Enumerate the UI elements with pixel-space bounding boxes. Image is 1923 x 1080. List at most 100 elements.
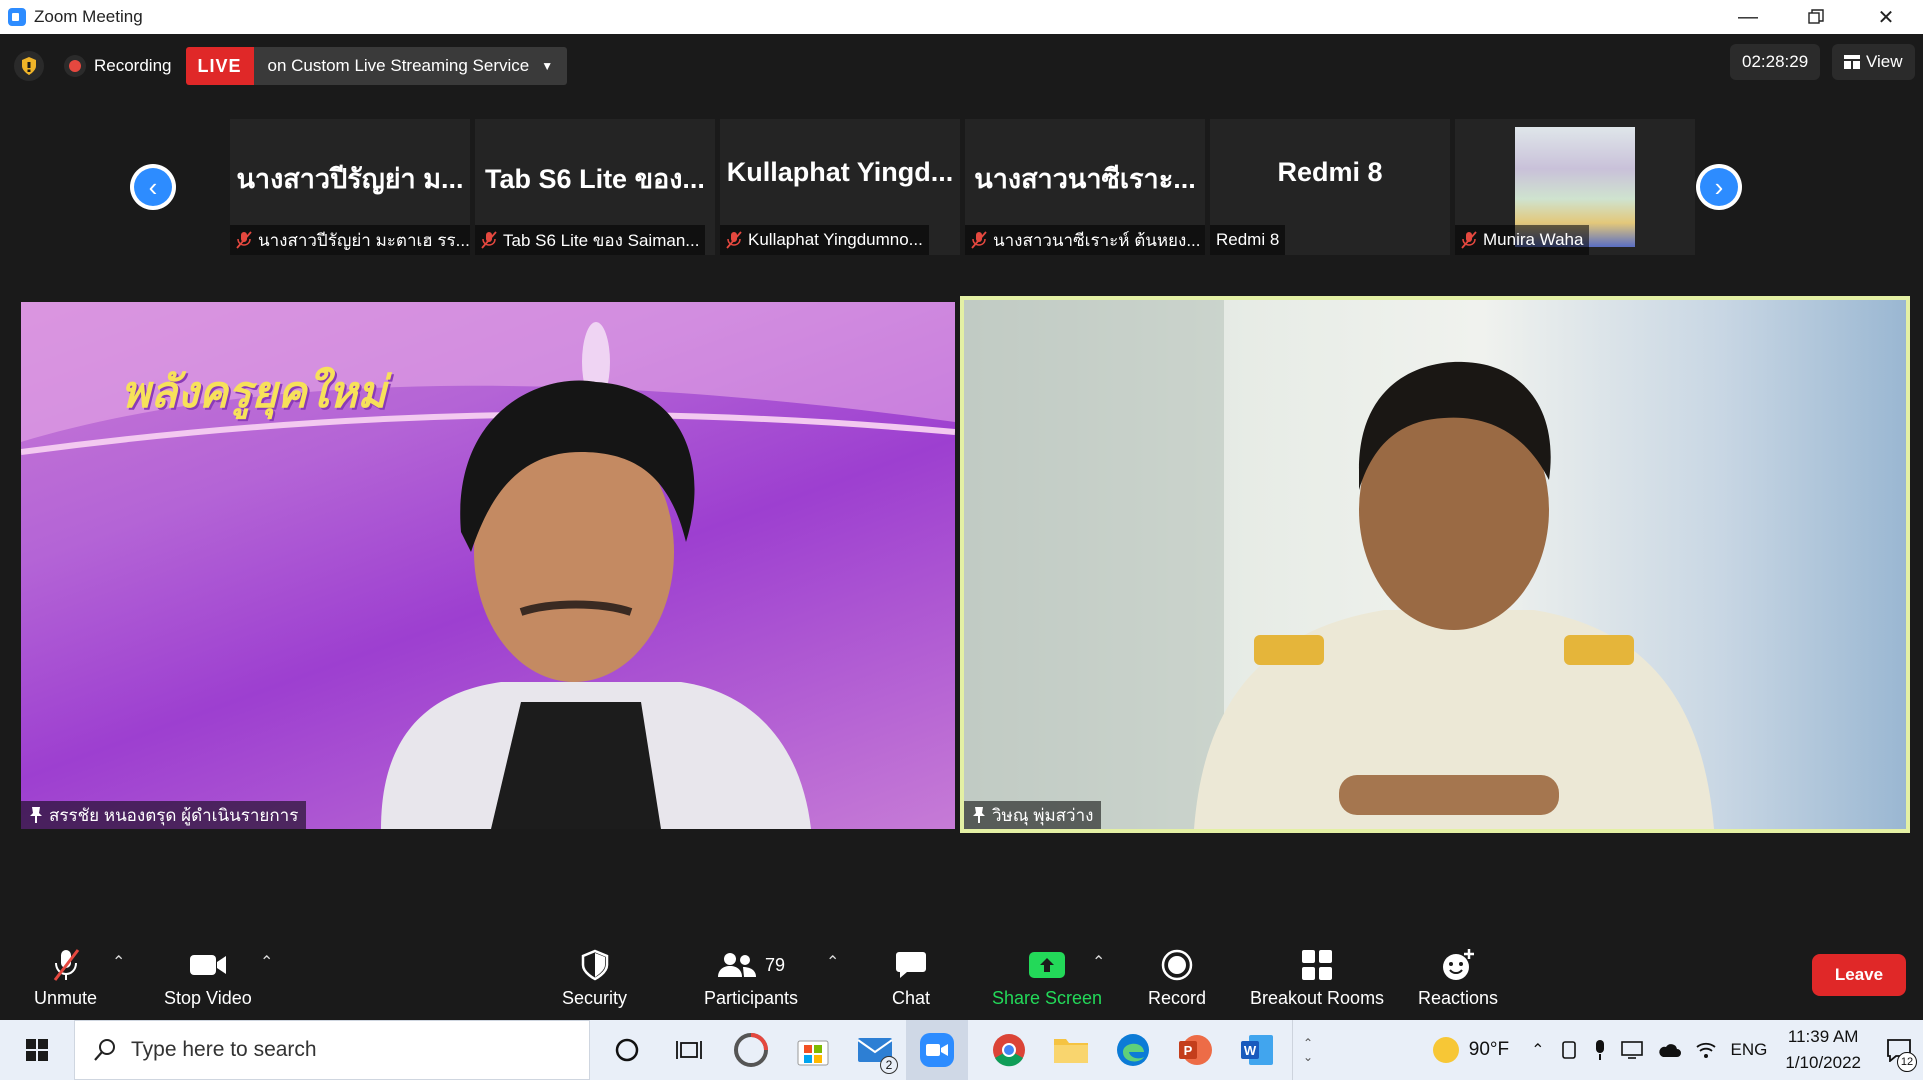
taskbar-mail-app[interactable]: 2 [844, 1020, 906, 1080]
program-title-overlay: พลังครูยุคใหม่ [121, 367, 387, 418]
participant-thumbnail[interactable]: Redmi 8 Redmi 8 [1210, 119, 1450, 255]
taskbar-file-explorer-app[interactable] [1040, 1020, 1102, 1080]
cortana-button[interactable] [596, 1020, 658, 1080]
zoom-app-icon [8, 8, 26, 26]
cortana-circle-icon [615, 1038, 639, 1062]
close-button[interactable]: ✕ [1852, 0, 1920, 34]
device-icon[interactable] [1559, 1040, 1579, 1060]
reactions-button[interactable]: Reactions [1418, 940, 1498, 1020]
participant-thumbnail[interactable]: Munira Waha [1455, 119, 1695, 255]
show-hidden-icons-chevron-icon[interactable]: ⌃ [1531, 1040, 1544, 1060]
unmute-button[interactable]: Unmute [34, 940, 97, 1020]
start-button[interactable] [0, 1020, 74, 1080]
task-view-button[interactable] [658, 1020, 720, 1080]
participant-name: นางสาวนาซีเราะห์ ต้นหยง... [993, 230, 1201, 250]
language-indicator[interactable]: ENG [1731, 1040, 1768, 1060]
clock-date: 1/10/2022 [1785, 1053, 1861, 1072]
security-shield-icon [581, 946, 609, 984]
participants-label: Participants [704, 988, 799, 1008]
next-page-button[interactable]: › [1696, 164, 1742, 210]
participants-options-caret-icon[interactable]: ⌃ [826, 952, 839, 972]
recording-icon [64, 55, 86, 77]
taskbar-photoscape-app[interactable] [720, 1020, 782, 1080]
taskbar-zoom-app[interactable] [906, 1020, 968, 1080]
meeting-toolbar: Unmute ⌃ Stop Video ⌃ Security 79 Partic… [0, 940, 1923, 1020]
onedrive-cloud-icon[interactable] [1657, 1042, 1681, 1058]
taskbar-search-input[interactable]: Type here to search [74, 1020, 590, 1080]
view-label: View [1866, 52, 1903, 71]
caret-down-icon: ▼ [541, 59, 554, 73]
audio-options-caret-icon[interactable]: ⌃ [112, 952, 125, 972]
participant-display-name: Redmi 8 [1277, 157, 1383, 187]
taskbar-scroll-buttons[interactable]: ⌃ ⌄ [1293, 1020, 1323, 1080]
window-title: Zoom Meeting [34, 7, 143, 26]
powerpoint-icon: P [1179, 1035, 1212, 1065]
taskbar-powerpoint-app[interactable]: P [1164, 1020, 1226, 1080]
participant-display-name: Tab S6 Lite ของ... [485, 164, 705, 194]
wifi-icon[interactable] [1695, 1041, 1717, 1059]
live-service-label: on Custom Live Streaming Service [267, 56, 530, 75]
participant-name-tag: Munira Waha [1455, 225, 1590, 255]
participant-display-name: Kullaphat Yingd... [726, 157, 954, 187]
share-options-caret-icon[interactable]: ⌃ [1092, 952, 1105, 972]
weather-widget[interactable]: 90°F [1432, 1037, 1510, 1063]
video-tile-left[interactable]: พลังครูยุคใหม่ สรรชัย หนองตรุด ผู้ดำเนิน… [21, 302, 955, 829]
security-button[interactable]: Security [562, 940, 627, 1020]
participant-name: สรรชัย หนองตรุด ผู้ดำเนินรายการ [49, 805, 299, 825]
participant-thumbnail[interactable]: นางสาวปีรัญย่า ม... นางสาวปีรัญย่า มะตาเ… [230, 119, 470, 255]
live-service-dropdown[interactable]: on Custom Live Streaming Service ▼ [253, 47, 568, 85]
prev-page-button[interactable]: ‹ [130, 164, 176, 210]
chevron-left-icon: ‹ [134, 168, 172, 206]
store-icon [797, 1040, 829, 1066]
participant-thumbnail[interactable]: Tab S6 Lite ของ... Tab S6 Lite ของ Saima… [475, 119, 715, 255]
view-button[interactable]: View [1832, 44, 1915, 80]
participant-name-tag: นางสาวนาซีเราะห์ ต้นหยง... [965, 225, 1205, 255]
sun-weather-icon [1432, 1037, 1459, 1063]
chat-label: Chat [892, 988, 931, 1008]
record-button[interactable]: Record [1148, 940, 1206, 1020]
stop-video-button[interactable]: Stop Video [164, 940, 252, 1020]
taskbar-chrome-app[interactable] [978, 1020, 1040, 1080]
system-tray: 90°F ⌃ ENG 11:39 AM 1/10/2022 12 [1432, 1020, 1923, 1080]
clock-time: 11:39 AM [1787, 1027, 1859, 1046]
taskbar-store-app[interactable] [782, 1020, 844, 1080]
pin-icon [973, 807, 985, 823]
restore-button[interactable] [1782, 0, 1850, 34]
leave-button[interactable]: Leave [1812, 954, 1906, 996]
windows-taskbar: Type here to search 2 P W ⌃ ⌄ 90°F ⌃ ENG… [0, 1020, 1923, 1080]
mic-muted-icon [51, 946, 81, 984]
search-icon [94, 1039, 115, 1061]
folder-icon [1054, 1039, 1088, 1063]
video-tile-right-active-speaker[interactable]: วิษณุ พุ่มสว่าง [960, 296, 1910, 833]
photoscape-icon [734, 1033, 768, 1067]
breakout-rooms-button[interactable]: Breakout Rooms [1250, 940, 1384, 1020]
breakout-rooms-label: Breakout Rooms [1250, 988, 1385, 1008]
speaker-video-feed [964, 300, 1714, 829]
participant-thumbnail[interactable]: Kullaphat Yingd... Kullaphat Yingdumno..… [720, 119, 960, 255]
microphone-tray-icon[interactable] [1593, 1039, 1607, 1061]
participants-count: 79 [765, 954, 786, 975]
meeting-timer: 02:28:29 [1730, 44, 1821, 80]
encryption-shield-icon[interactable] [14, 51, 44, 81]
display-tray-icon[interactable] [1620, 1040, 1643, 1060]
weather-temperature: 90°F [1468, 1039, 1510, 1060]
participant-display-name: นางสาวนาซีเราะ... [974, 164, 1196, 194]
mic-muted-icon [1461, 231, 1477, 249]
edge-icon [1117, 1034, 1149, 1066]
chevron-right-icon: › [1700, 168, 1738, 206]
mic-muted-icon [481, 231, 497, 249]
participants-button[interactable]: 79 Participants [704, 940, 798, 1020]
notification-center-button[interactable]: 12 [1875, 1020, 1923, 1080]
chat-button[interactable]: Chat [892, 940, 930, 1020]
share-screen-button[interactable]: Share Screen [992, 940, 1102, 1020]
taskbar-clock[interactable]: 11:39 AM 1/10/2022 [1785, 1024, 1861, 1076]
minimize-button[interactable]: — [1714, 0, 1782, 34]
live-stream-indicator[interactable]: LIVE on Custom Live Streaming Service ▼ [185, 47, 568, 85]
video-options-caret-icon[interactable]: ⌃ [260, 952, 273, 972]
participant-thumbnail[interactable]: นางสาวนาซีเราะ... นางสาวนาซีเราะห์ ต้นหย… [965, 119, 1205, 255]
participant-name-tag: Tab S6 Lite ของ Saiman... [475, 225, 706, 255]
taskbar-edge-app[interactable] [1102, 1020, 1164, 1080]
security-label: Security [562, 988, 628, 1008]
taskbar-word-app[interactable]: W [1226, 1020, 1288, 1080]
task-view-icon [676, 1041, 702, 1059]
